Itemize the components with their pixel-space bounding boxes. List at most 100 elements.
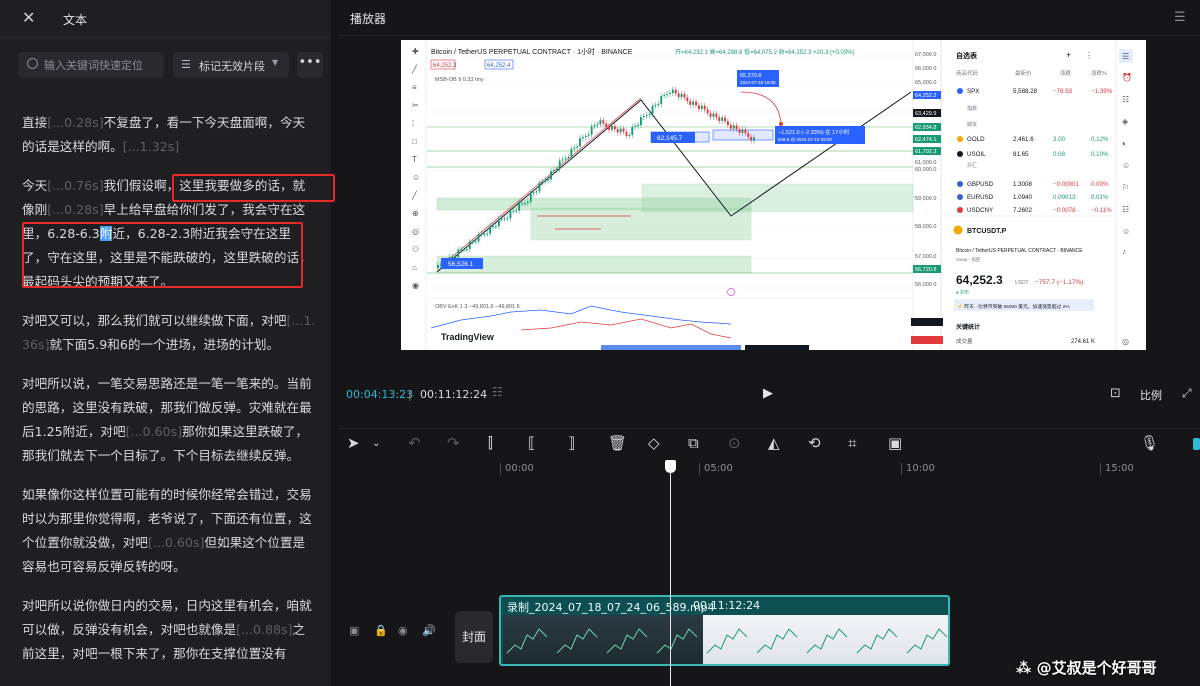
detail-news: ⚡ 昨天 · 比特币突破 65000 美元，加速涨势超过 2% xyxy=(957,303,1070,310)
mark-invalid-button[interactable]: ☰ 标记无效片段 ▼ xyxy=(173,52,289,78)
candle-body xyxy=(532,192,535,194)
transcript-segment[interactable]: 今天 xyxy=(22,178,47,193)
clip-duration: 00:11:12:24 xyxy=(693,599,761,612)
clip-thumbnail xyxy=(703,615,754,664)
svg-text:◐: ◐ xyxy=(1122,139,1127,148)
candle-body xyxy=(666,94,668,95)
section-futures: 期货 xyxy=(967,121,977,128)
stats-title: 关键统计 xyxy=(956,323,980,331)
freeze-frame-icon[interactable]: ⧉ xyxy=(688,434,699,452)
search-box[interactable] xyxy=(18,52,164,78)
timeline-ruler[interactable] xyxy=(338,460,1200,480)
pause-marker[interactable]: [...1.32s] xyxy=(123,139,179,154)
clip-thumbnail xyxy=(653,615,704,664)
chevron-down-icon[interactable]: ⌄ xyxy=(372,438,380,449)
microphone-icon[interactable]: 🎙 xyxy=(1140,434,1159,452)
cover-button[interactable]: 封面 xyxy=(455,611,493,663)
clip-thumbnail xyxy=(853,615,904,664)
candle-body xyxy=(692,101,695,105)
pause-marker[interactable]: [...0.76s] xyxy=(47,178,103,193)
ruler-label: 15:00 xyxy=(1105,463,1134,474)
candle-body xyxy=(486,233,489,235)
candle-body xyxy=(671,89,674,93)
pause-marker[interactable]: [...0.28s] xyxy=(47,202,103,217)
candle-body xyxy=(593,125,596,127)
candle-body xyxy=(596,124,599,126)
ratio-button[interactable]: 比例 xyxy=(1140,387,1162,403)
crop-icon[interactable]: ⌗ xyxy=(848,434,856,452)
watchlist-sym: USDCNY xyxy=(967,207,993,214)
split-icon[interactable]: ⫿ xyxy=(488,434,493,452)
zoom-fit-icon[interactable]: ⊡ xyxy=(1110,386,1121,401)
candle-body xyxy=(521,203,523,205)
redo-icon[interactable]: ↷ xyxy=(447,434,460,452)
price-scale-label: 62,934.8 xyxy=(915,125,936,131)
move-sub: 849.8 @ 2024-07-19 09:00 xyxy=(778,137,832,142)
watchlist-pct: 0.12% xyxy=(1091,136,1109,143)
ruler-label: 05:00 xyxy=(704,463,733,474)
watchlist-sym: GBPUSD xyxy=(967,181,994,188)
clip-name: 录制_2024_07_18_07_24_06_589.mp4 xyxy=(507,601,715,614)
delete-icon[interactable]: 🗑 xyxy=(608,434,627,452)
playhead[interactable] xyxy=(670,462,671,686)
pause-marker[interactable]: [...0.88s] xyxy=(236,622,292,637)
search-input[interactable] xyxy=(44,56,160,74)
fullscreen-icon[interactable]: ⤢ xyxy=(1182,386,1192,401)
pause-marker[interactable]: [...0.60s] xyxy=(126,424,182,439)
candle-body xyxy=(724,117,726,122)
reverse-icon[interactable]: ⊙ xyxy=(728,434,741,452)
close-icon[interactable]: ✕ xyxy=(22,8,35,27)
select-tool-icon[interactable]: ➤ xyxy=(347,434,360,452)
stats-label: 成交量 xyxy=(956,337,973,345)
pause-marker[interactable]: [...0.28s] xyxy=(47,115,103,130)
speaker-icon[interactable]: 🔊 xyxy=(422,624,436,637)
col-pct: 涨跌% xyxy=(1091,69,1107,77)
more-button[interactable]: ••• xyxy=(297,52,323,78)
watchlist-chg: 0.00013 xyxy=(1053,194,1076,201)
mirror-icon[interactable]: ◭ xyxy=(768,434,780,452)
price-scale-label: 64,252.3 xyxy=(915,93,936,99)
play-icon[interactable]: ▶ xyxy=(763,386,773,401)
candle-body xyxy=(544,180,547,182)
lock-icon[interactable]: 🔒 xyxy=(374,624,388,637)
transcript-segment[interactable]: 直接 xyxy=(22,115,47,130)
candle-body xyxy=(732,125,735,129)
transcript-paragraph[interactable]: 如果像你这样位置可能有的时候你经常会错过，交易时以为那里你觉得啊，老爷说了，下面… xyxy=(22,483,316,579)
menu-icon[interactable]: ☰ xyxy=(1174,10,1186,25)
candle-body xyxy=(555,168,558,170)
video-frame[interactable]: Bitcoin / TetherUS PERPETUAL CONTRACT · … xyxy=(401,40,1146,350)
rotate-icon[interactable]: ⟲ xyxy=(808,434,821,452)
trim-right-icon[interactable]: ⟧ xyxy=(568,434,575,452)
undo-icon[interactable]: ↶ xyxy=(408,434,421,452)
video-clip[interactable]: 录制_2024_07_18_07_24_06_589.mp4 00:11:12:… xyxy=(499,595,950,666)
shield-icon[interactable]: ◇ xyxy=(648,434,660,452)
eye-icon[interactable]: ◉ xyxy=(398,624,408,637)
toggle-indicator[interactable] xyxy=(1193,438,1200,450)
transcript-paragraph[interactable]: 对吧又可以，那么我们就可以继续做下面，对吧[...1.36s]就下面5.9和6的… xyxy=(22,309,316,357)
track-thumbnail-icon[interactable]: ▣ xyxy=(349,624,359,637)
candle-body xyxy=(715,113,718,118)
candle-body xyxy=(497,218,500,226)
watchlist-last: 81.65 xyxy=(1013,151,1029,158)
svg-text:□: □ xyxy=(412,137,417,146)
transcript-panel: ✕ 文本 ☰ 标记无效片段 ▼ ••• 直接[...0.28s]不复盘了，看一下… xyxy=(0,0,331,686)
candle-body xyxy=(437,265,439,268)
detail-type: Swap · 加密 xyxy=(956,256,981,263)
transcript-segment[interactable]: 对吧又可以，那么我们就可以继续做下面，对吧 xyxy=(22,313,286,328)
ruler-tick xyxy=(500,463,501,475)
pause-marker[interactable]: [...0.60s] xyxy=(148,535,204,550)
transcript-paragraph[interactable]: 对吧所以说你做日内的交易，日内这里有机会，咱就可以做，反弹没有机会，对吧也就像是… xyxy=(22,594,316,666)
candle-body xyxy=(695,101,697,106)
clip-thumbnail xyxy=(603,615,654,664)
chapter-icon[interactable]: ☷ xyxy=(492,385,503,399)
image-icon[interactable]: ▣ xyxy=(888,434,902,452)
transcript-paragraph[interactable]: 直接[...0.28s]不复盘了，看一下今天盘面啊，今天的话是这样的啊。[...… xyxy=(22,111,316,159)
trim-left-icon[interactable]: ⟦ xyxy=(528,434,535,452)
candle-body xyxy=(605,123,608,127)
candle-body xyxy=(654,105,657,106)
transcript-paragraph[interactable]: 对吧所以说，一笔交易思路还是一笔一笔来的。当前的思路，这里没有跌破，那我们做反弹… xyxy=(22,372,316,468)
watermark: ⁂ @艾叔是个好哥哥 xyxy=(1016,659,1157,677)
candle-body xyxy=(579,138,581,147)
transcript-segment[interactable]: 就下面5.9和6的一个进场，进场的计划。 xyxy=(50,337,280,352)
symbol-icon xyxy=(957,181,963,187)
